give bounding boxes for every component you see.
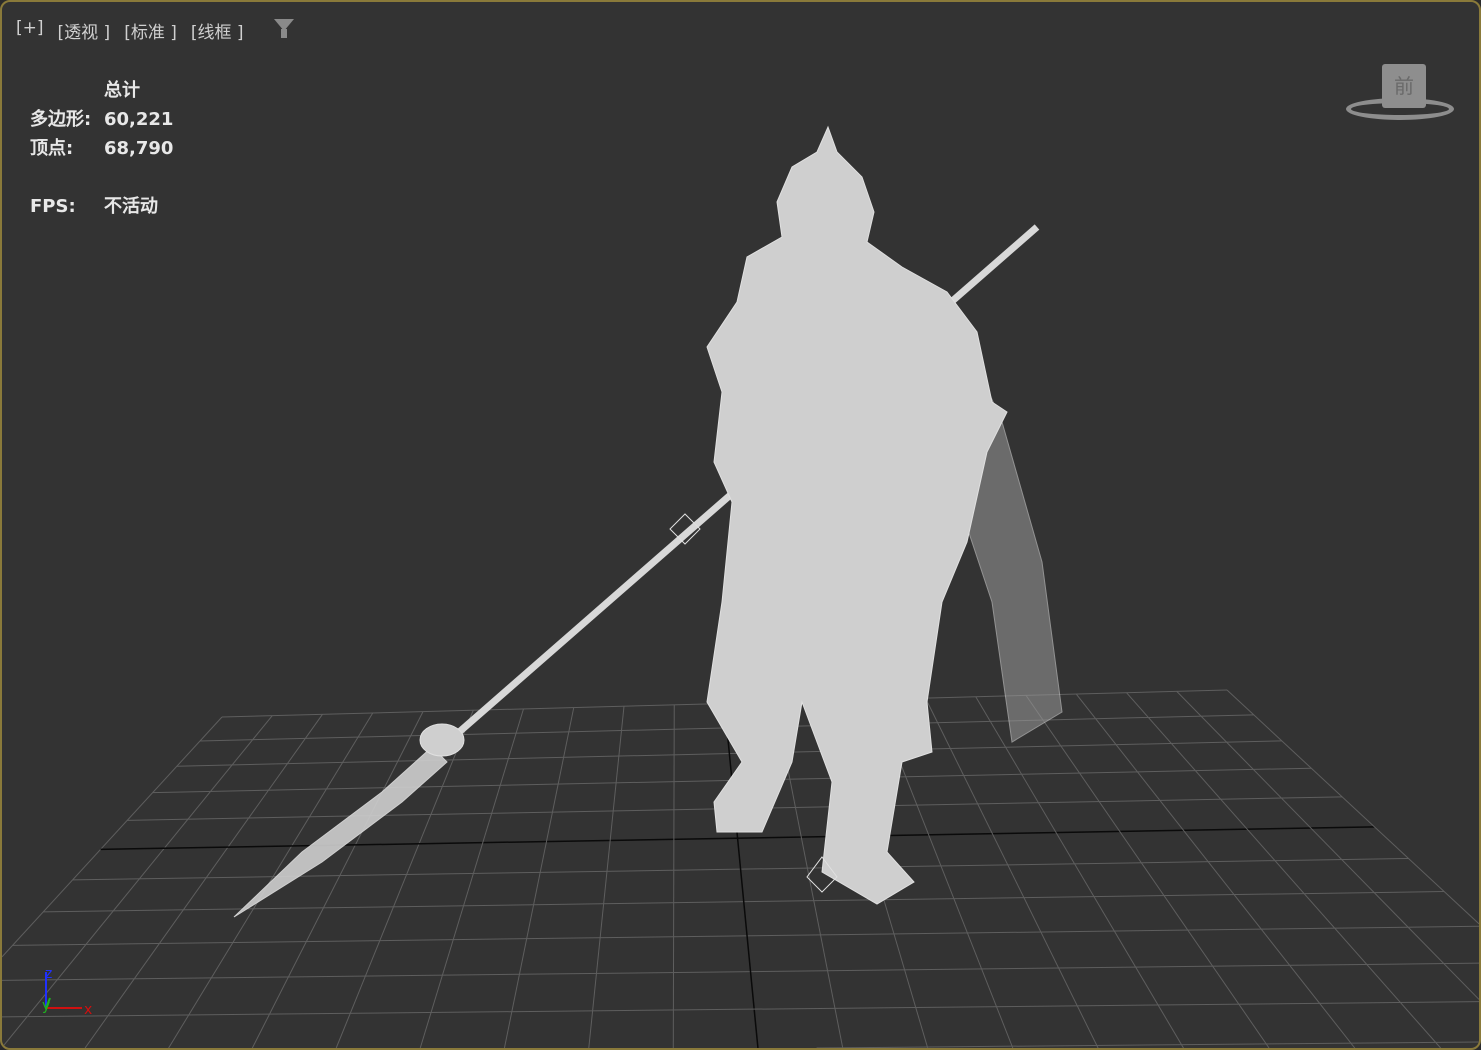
- grid-line: [588, 706, 625, 1048]
- wireframe-model: [233, 125, 1063, 918]
- grid-line: [1126, 692, 1441, 1048]
- viewport-menu-wireframe[interactable]: [线框 ]: [191, 18, 244, 43]
- stats-header: 总计: [104, 80, 140, 101]
- axis-z-label: z: [45, 966, 52, 982]
- stats-row-fps: FPS: 不活动: [30, 196, 158, 217]
- spear-guard: [419, 723, 465, 757]
- grid-line: [2, 716, 223, 958]
- scene-canvas[interactable]: [2, 2, 1479, 1048]
- grid-line: [168, 712, 374, 1048]
- grid-line: [1176, 690, 1479, 1000]
- perspective-viewport[interactable]: [+] [透视 ] [标准 ] [线框 ] 总计 多边形: 60,221 顶点: 6…: [0, 0, 1481, 1050]
- grid-line: [816, 1041, 1479, 1048]
- viewport-menu-perspective[interactable]: [透视 ]: [58, 18, 111, 43]
- warrior-body: [706, 125, 1008, 905]
- viewcube[interactable]: 前: [1342, 60, 1462, 130]
- viewcube-front-face[interactable]: 前: [1382, 64, 1426, 108]
- grid-line: [1226, 689, 1479, 925]
- axis-x-label: x: [84, 1002, 92, 1016]
- viewport-label-menu: [+] [透视 ] [标准 ] [线框 ]: [16, 18, 244, 43]
- statistics-overlay: 总计 多边形: 60,221 顶点: 68,790 FPS: 不活动: [30, 76, 173, 221]
- filter-icon[interactable]: [274, 19, 294, 38]
- viewport-menu-shading-standard[interactable]: [标准 ]: [124, 18, 177, 43]
- stats-row-vertices: 顶点: 68,790: [30, 138, 174, 159]
- spear-blade: [233, 746, 448, 918]
- viewport-menu-plus[interactable]: [+]: [16, 18, 44, 43]
- grid-line: [2, 962, 1479, 981]
- stats-row-polygons: 多边形: 60,221: [30, 109, 174, 130]
- grid-line: [2, 1001, 1479, 1018]
- axis-y-label: y: [42, 998, 50, 1014]
- grid-line: [975, 696, 1184, 1048]
- grid-line: [672, 704, 675, 1048]
- axis-tripod-icon: z y x: [42, 966, 92, 1016]
- grid-line: [1075, 693, 1356, 1048]
- grid-line: [925, 697, 1099, 1048]
